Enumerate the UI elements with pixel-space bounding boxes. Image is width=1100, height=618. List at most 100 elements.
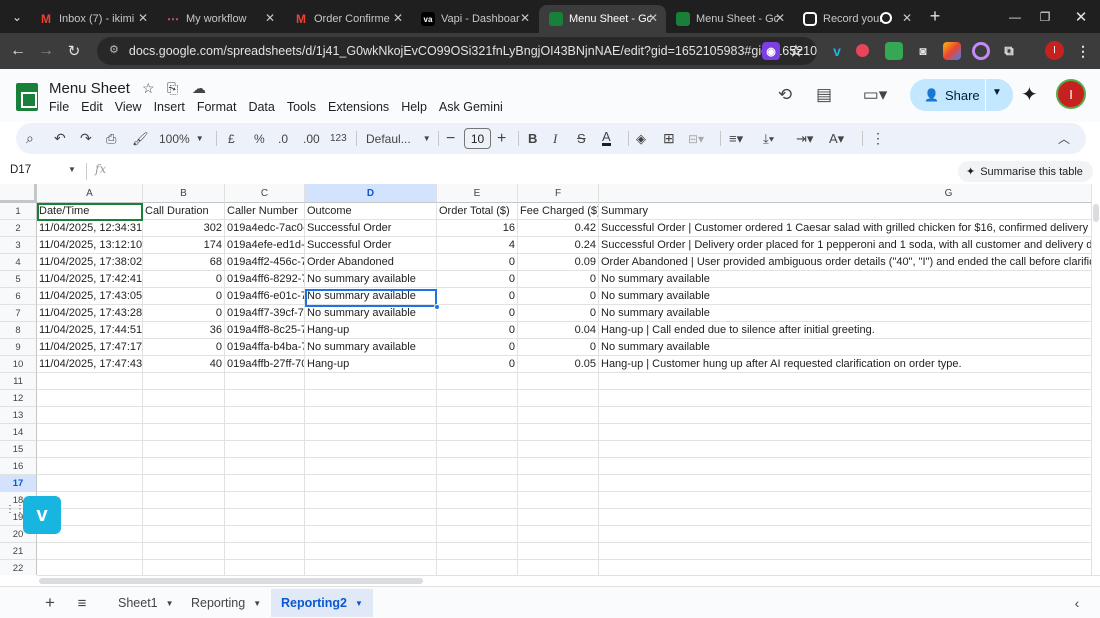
menu-tools[interactable]: Tools <box>287 100 316 114</box>
data-cell[interactable]: 16 <box>437 220 518 237</box>
data-cell[interactable]: 0.09 <box>518 254 599 271</box>
empty-cell[interactable] <box>37 560 143 575</box>
empty-cell[interactable] <box>143 543 225 560</box>
header-cell[interactable]: Order Total ($) <box>437 203 518 220</box>
increase-decimal-button[interactable]: .00 <box>303 129 320 148</box>
doc-title[interactable]: Menu Sheet <box>49 80 130 97</box>
vimeo-record-button[interactable]: v <box>23 496 61 534</box>
collapse-menus-icon[interactable]: ︿ <box>1058 129 1070 148</box>
empty-cell[interactable] <box>518 373 599 390</box>
empty-cell[interactable] <box>518 475 599 492</box>
data-cell[interactable]: 11/04/2025, 13:12:10 <box>37 237 143 254</box>
menu-view[interactable]: View <box>115 100 142 114</box>
bold-icon[interactable]: B <box>528 129 537 148</box>
empty-cell[interactable] <box>37 475 143 492</box>
browser-tab[interactable]: Menu Sheet - Go ✕ <box>666 5 793 33</box>
share-button[interactable]: 👤 Share ▼ <box>910 79 1013 111</box>
row-header-10[interactable]: 10 <box>0 356 37 373</box>
data-cell[interactable]: No summary available <box>305 271 437 288</box>
menu-insert[interactable]: Insert <box>154 100 185 114</box>
row-header-13[interactable]: 13 <box>0 407 37 424</box>
empty-cell[interactable] <box>599 373 1091 390</box>
forward-icon[interactable]: → <box>34 39 58 63</box>
empty-cell[interactable] <box>225 458 305 475</box>
chrome-profile-avatar[interactable]: I <box>1045 41 1064 60</box>
data-cell[interactable]: 11/04/2025, 12:34:31 <box>37 220 143 237</box>
menu-ask-gemini[interactable]: Ask Gemini <box>439 100 503 114</box>
name-box[interactable]: D17 <box>10 164 31 176</box>
empty-cell[interactable] <box>437 526 518 543</box>
empty-cell[interactable] <box>37 373 143 390</box>
row-header-6[interactable]: 6 <box>0 288 37 305</box>
empty-cell[interactable] <box>518 424 599 441</box>
empty-cell[interactable] <box>305 492 437 509</box>
data-cell[interactable]: 0 <box>518 271 599 288</box>
data-cell[interactable]: 0 <box>143 288 225 305</box>
data-cell[interactable]: Hang-up | Call ended due to silence afte… <box>599 322 1091 339</box>
extension-green-icon[interactable] <box>885 42 903 60</box>
empty-cell[interactable] <box>599 560 1091 575</box>
data-cell[interactable]: 019a4ff2-456c-7 <box>225 254 305 271</box>
data-cell[interactable]: 0 <box>518 305 599 322</box>
data-cell[interactable]: 0 <box>437 288 518 305</box>
percent-format-button[interactable]: % <box>254 129 265 148</box>
data-cell[interactable]: 302 <box>143 220 225 237</box>
borders-icon[interactable]: ⊞ <box>663 129 675 148</box>
data-cell[interactable]: 4 <box>437 237 518 254</box>
empty-cell[interactable] <box>305 475 437 492</box>
empty-cell[interactable] <box>143 458 225 475</box>
header-cell[interactable]: Date/Time <box>37 203 143 220</box>
data-cell[interactable]: 0.05 <box>518 356 599 373</box>
empty-cell[interactable] <box>143 441 225 458</box>
number-format-button[interactable]: 123 <box>330 129 347 148</box>
close-tab-icon[interactable]: ✕ <box>775 11 785 25</box>
data-cell[interactable]: 36 <box>143 322 225 339</box>
empty-cell[interactable] <box>518 509 599 526</box>
empty-cell[interactable] <box>437 475 518 492</box>
fill-color-icon[interactable]: ◈ <box>636 129 646 148</box>
tab-search-icon[interactable]: ⌄ <box>2 0 32 33</box>
data-cell[interactable]: 11/04/2025, 17:43:28 <box>37 305 143 322</box>
empty-cell[interactable] <box>143 492 225 509</box>
menu-format[interactable]: Format <box>197 100 237 114</box>
reload-icon[interactable]: ↻ <box>62 39 86 63</box>
data-cell[interactable]: 0 <box>143 305 225 322</box>
data-cell[interactable]: 0 <box>437 322 518 339</box>
close-tab-icon[interactable]: ✕ <box>265 11 275 25</box>
empty-cell[interactable] <box>225 390 305 407</box>
empty-cell[interactable] <box>305 543 437 560</box>
sheet-tab-reporting2[interactable]: Reporting2 ▼ <box>271 589 373 617</box>
data-cell[interactable]: No summary available <box>305 305 437 322</box>
bookmark-star-icon[interactable]: ☆ <box>787 42 805 60</box>
header-cell[interactable]: Outcome <box>305 203 437 220</box>
new-tab-icon[interactable]: + <box>920 0 950 33</box>
data-cell[interactable]: Order Abandoned <box>305 254 437 271</box>
decrease-decimal-button[interactable]: .0 <box>278 129 288 148</box>
empty-cell[interactable] <box>518 390 599 407</box>
address-bar[interactable]: ⚙ docs.google.com/spreadsheets/d/1j41_G0… <box>97 37 817 65</box>
increase-font-size-icon[interactable]: + <box>497 129 506 148</box>
column-header-b[interactable]: B <box>143 184 225 203</box>
empty-cell[interactable] <box>37 543 143 560</box>
empty-cell[interactable] <box>518 407 599 424</box>
column-header-g[interactable]: G <box>599 184 1091 203</box>
empty-cell[interactable] <box>143 526 225 543</box>
row-header-12[interactable]: 12 <box>0 390 37 407</box>
data-cell[interactable]: No summary available <box>305 339 437 356</box>
vimeo-extension-icon[interactable]: v <box>828 42 846 60</box>
chrome-menu-icon[interactable]: ⋮ <box>1074 42 1092 60</box>
empty-cell[interactable] <box>225 424 305 441</box>
chevron-down-icon[interactable]: ▼ <box>68 165 76 174</box>
data-cell[interactable]: 019a4efe-ed1d- <box>225 237 305 254</box>
merge-cells-icon[interactable]: ⊟▾ <box>688 129 704 148</box>
data-cell[interactable]: 019a4ffa-b4ba-7 <box>225 339 305 356</box>
select-all-corner[interactable] <box>0 184 37 203</box>
header-cell[interactable]: Caller Number <box>225 203 305 220</box>
data-cell[interactable]: 019a4ff7-39cf-7 <box>225 305 305 322</box>
currency-format-button[interactable]: £ <box>228 129 235 148</box>
data-cell[interactable]: No summary available <box>305 288 437 305</box>
header-cell[interactable]: Fee Charged ($) <box>518 203 599 220</box>
browser-tab[interactable]: M Inbox (7) - ikimi ✕ <box>29 5 156 33</box>
header-cell[interactable]: Summary <box>599 203 1091 220</box>
vertical-align-icon[interactable]: ⤓▾ <box>763 129 774 148</box>
